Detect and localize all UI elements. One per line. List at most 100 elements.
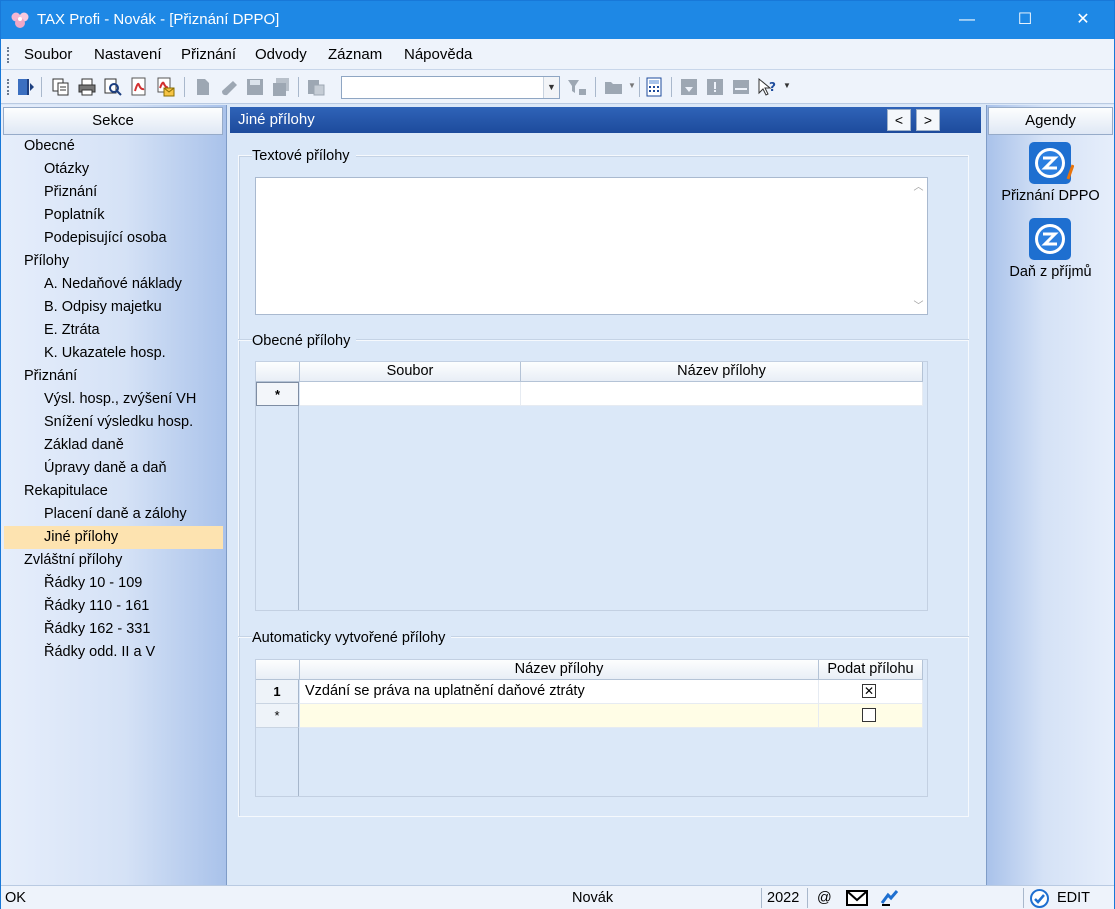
- sidebar-item[interactable]: Řádky 162 - 331: [1, 618, 223, 641]
- folder-icon[interactable]: [604, 77, 624, 97]
- menu-nastaveni[interactable]: Nastavení: [94, 46, 162, 63]
- app-window: TAX Profi - Novák - [Přiznání DPPO] — ☐ …: [0, 0, 1115, 909]
- down-icon[interactable]: [679, 77, 699, 97]
- agendas-panel: Agendy Přiznání DPPO Daň z příjmů: [986, 105, 1114, 885]
- previous-section-button[interactable]: <: [887, 109, 911, 131]
- toolbar: ▼ ▼ ? ▼: [1, 70, 1114, 104]
- save-icon[interactable]: [245, 77, 265, 97]
- menu-zaznam[interactable]: Záznam: [328, 46, 382, 63]
- new-doc-icon[interactable]: [193, 77, 213, 97]
- status-separator: [761, 888, 762, 908]
- help-icon[interactable]: ?: [757, 77, 777, 97]
- grid-cell-submit-new[interactable]: [819, 704, 923, 728]
- maximize-button[interactable]: ☐: [1002, 1, 1048, 39]
- sidebar-item[interactable]: Otázky: [1, 158, 223, 181]
- agenda-priznani-dppo[interactable]: Přiznání DPPO: [987, 141, 1114, 204]
- grid-cell-name-new[interactable]: [300, 704, 819, 728]
- toolbar-grip[interactable]: [7, 79, 9, 95]
- general-attachments-grid: Soubor Název přílohy *: [255, 361, 928, 611]
- toolbar-separator: [671, 77, 672, 97]
- income-tax-icon: [1028, 217, 1074, 261]
- sidebar-item[interactable]: K. Ukazatele hosp.: [1, 342, 223, 365]
- next-section-button[interactable]: >: [916, 109, 940, 131]
- status-year: 2022: [767, 890, 800, 906]
- scroll-up-icon[interactable]: ︿: [910, 178, 927, 195]
- sidebar-item[interactable]: Podepisující osoba: [1, 227, 223, 250]
- new-row-marker[interactable]: *: [256, 704, 299, 728]
- menu-soubor[interactable]: Soubor: [24, 46, 72, 63]
- sections-panel: Sekce Obecné Otázky Přiznání Poplatník Podep…: [1, 105, 227, 885]
- sidebar-item[interactable]: Řádky 10 - 109: [1, 572, 223, 595]
- sidebar-item[interactable]: Poplatník: [1, 204, 223, 227]
- edit-icon[interactable]: [219, 77, 239, 97]
- sidebar-item[interactable]: Základ daně: [1, 434, 223, 457]
- column-header-nazev[interactable]: Název přílohy: [521, 362, 923, 382]
- folder-dropdown-icon[interactable]: ▼: [628, 81, 636, 90]
- grid-cell-name[interactable]: Vzdání se práva na uplatnění daňové ztrá…: [300, 680, 819, 704]
- submit-checkbox-new[interactable]: [862, 708, 876, 722]
- sidebar-item[interactable]: Přiznání: [1, 181, 223, 204]
- status-text: OK: [5, 890, 26, 906]
- scroll-down-icon[interactable]: ﹀: [910, 297, 927, 314]
- sidebar-item[interactable]: Jiné přílohy: [4, 526, 223, 549]
- agenda-dan-z-prijmu[interactable]: Daň z příjmů: [987, 217, 1114, 280]
- sidebar-item[interactable]: Zvláštní přílohy: [1, 549, 223, 572]
- preview-icon[interactable]: [103, 77, 123, 97]
- save-all-icon[interactable]: [271, 77, 291, 97]
- pdf-icon[interactable]: [129, 77, 149, 97]
- sidebar-item[interactable]: Obecné: [1, 135, 223, 158]
- minimize-button[interactable]: —: [944, 1, 990, 39]
- app-logo-icon: [11, 12, 29, 28]
- copy-icon[interactable]: [51, 77, 71, 97]
- sidebar-item[interactable]: Rekapitulace: [1, 480, 223, 503]
- row-number[interactable]: 1: [256, 680, 299, 704]
- sidebar-item[interactable]: B. Odpisy majetku: [1, 296, 223, 319]
- info-icon[interactable]: [705, 77, 725, 97]
- close-button[interactable]: ✕: [1060, 1, 1106, 39]
- calculator-icon[interactable]: [644, 77, 664, 97]
- card-icon[interactable]: [731, 77, 751, 97]
- sidebar-item[interactable]: Řádky odd. II a V: [1, 641, 223, 664]
- mail-icon[interactable]: [846, 890, 868, 906]
- sidebar-item[interactable]: E. Ztráta: [1, 319, 223, 342]
- text-attachments-input[interactable]: ︿ ﹀: [255, 177, 928, 315]
- menu-priznani[interactable]: Přiznání: [181, 46, 236, 63]
- column-header-nazev[interactable]: Název přílohy: [300, 660, 819, 680]
- grid-corner: [256, 660, 300, 680]
- menu-napoveda[interactable]: Nápověda: [404, 46, 472, 63]
- status-separator: [807, 888, 808, 908]
- sidebar-item[interactable]: Přílohy: [1, 250, 223, 273]
- exit-icon[interactable]: [15, 77, 35, 97]
- column-header-podat[interactable]: Podat přílohu: [819, 660, 923, 680]
- chevron-down-icon[interactable]: ▼: [543, 77, 559, 98]
- grid-cell-submit[interactable]: ✕: [819, 680, 923, 704]
- sidebar-item[interactable]: Snížení výsledku hosp.: [1, 411, 223, 434]
- sidebar-item[interactable]: Úpravy daně a daň: [1, 457, 223, 480]
- new-row-marker[interactable]: *: [256, 382, 299, 406]
- grid-cell-soubor[interactable]: [300, 382, 521, 406]
- print-icon[interactable]: [77, 77, 97, 97]
- status-mode: EDIT: [1057, 890, 1091, 906]
- help-dropdown-icon[interactable]: ▼: [783, 81, 791, 90]
- pdf-mail-icon[interactable]: [155, 77, 175, 97]
- sidebar-item[interactable]: A. Nedaňové náklady: [1, 273, 223, 296]
- auto-attachments-title: Automaticky vytvořené přílohy: [252, 630, 452, 646]
- paste-icon[interactable]: [306, 77, 326, 97]
- text-attachments-scrollbar[interactable]: ︿ ﹀: [910, 178, 927, 314]
- sidebar-item[interactable]: Přiznání: [1, 365, 223, 388]
- sidebar-item[interactable]: Placení daně a zálohy: [1, 503, 223, 526]
- general-attachments-title: Obecné přílohy: [252, 333, 357, 349]
- status-bar: OK Novák 2022 @ EDIT: [1, 885, 1114, 909]
- status-at: @: [817, 890, 832, 906]
- menu-grip[interactable]: [7, 47, 9, 63]
- grid-cell-nazev[interactable]: [521, 382, 923, 406]
- menu-odvody[interactable]: Odvody: [255, 46, 307, 63]
- auto-attachments-grid: Název přílohy Podat přílohu 1 Vzdání se …: [255, 659, 928, 797]
- column-header-soubor[interactable]: Soubor: [300, 362, 521, 382]
- sidebar-item[interactable]: Řádky 110 - 161: [1, 595, 223, 618]
- record-combo[interactable]: ▼: [341, 76, 560, 99]
- signature-icon[interactable]: [880, 889, 900, 907]
- sidebar-item[interactable]: Výsl. hosp., zvýšení VH: [1, 388, 223, 411]
- submit-checkbox[interactable]: ✕: [862, 684, 876, 698]
- filter-icon[interactable]: [567, 77, 587, 97]
